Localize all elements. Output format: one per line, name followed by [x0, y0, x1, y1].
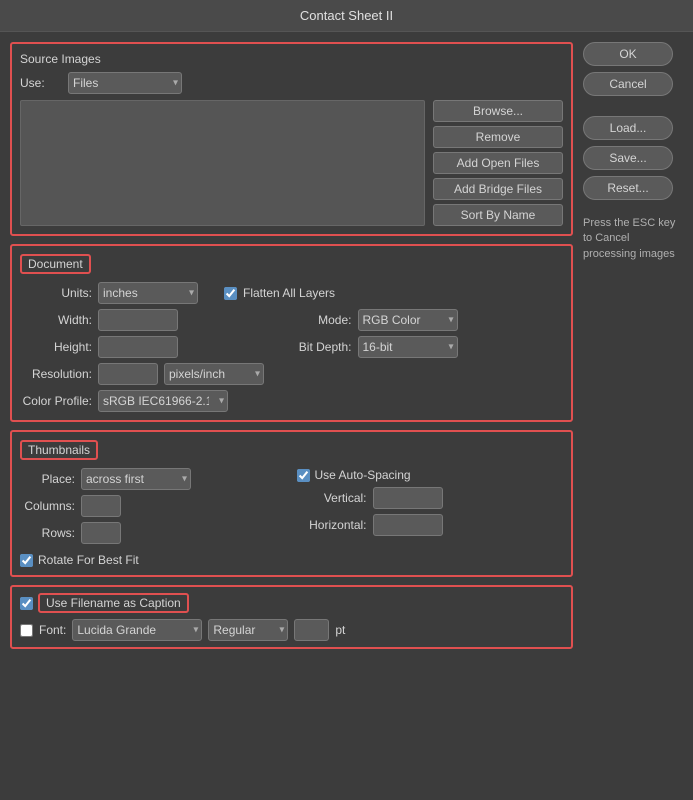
units-select-wrapper: inches cm pixels	[98, 282, 198, 304]
flatten-label: Flatten All Layers	[243, 286, 335, 300]
use-label: Use:	[20, 76, 60, 90]
place-row: Place: across first down first	[20, 468, 287, 490]
style-wrapper: Regular Bold Italic	[208, 619, 288, 641]
thumbs-left: Place: across first down first Columns: …	[20, 468, 287, 567]
bit-depth-row: Bit Depth: 8-bit 16-bit 32-bit	[297, 336, 564, 358]
cancel-button[interactable]: Cancel	[583, 72, 673, 96]
add-open-files-button[interactable]: Add Open Files	[433, 152, 563, 174]
resolution-unit-select[interactable]: pixels/inch pixels/cm	[164, 363, 264, 385]
caption-header-row: Use Filename as Caption	[20, 593, 563, 613]
caption-section: Use Filename as Caption Font: Lucida Gra…	[10, 585, 573, 649]
place-wrapper: across first down first	[81, 468, 191, 490]
rows-label: Rows:	[20, 526, 75, 540]
window-title: Contact Sheet II	[300, 8, 393, 23]
source-images-section: Source Images Use: Files Folder Selected…	[10, 42, 573, 236]
font-size-input[interactable]: 12	[294, 619, 329, 641]
units-select[interactable]: inches cm pixels	[98, 282, 198, 304]
font-checkbox[interactable]	[20, 624, 33, 637]
document-section: Document Units: inches cm pixels Flatten…	[10, 244, 573, 422]
left-panel: Source Images Use: Files Folder Selected…	[10, 42, 573, 649]
document-header: Document	[20, 254, 91, 274]
thumbnails-header: Thumbnails	[20, 440, 98, 460]
vertical-label: Vertical:	[297, 491, 367, 505]
mode-label: Mode:	[297, 313, 352, 327]
file-list-area	[20, 100, 425, 226]
horizontal-label: Horizontal:	[297, 518, 367, 532]
color-profile-label: Color Profile:	[20, 394, 92, 408]
document-form-grid: Width: 8 Height: 10 Resolution: 300 pixe…	[20, 309, 563, 412]
auto-spacing-label: Use Auto-Spacing	[315, 468, 411, 482]
style-select[interactable]: Regular Bold Italic	[208, 619, 288, 641]
thumbnails-content: Place: across first down first Columns: …	[20, 468, 563, 567]
place-label: Place:	[20, 472, 75, 486]
rows-row: Rows: 6	[20, 522, 287, 544]
doc-left-col: Width: 8 Height: 10 Resolution: 300 pixe…	[20, 309, 287, 412]
width-label: Width:	[20, 313, 92, 327]
color-profile-row: Color Profile: sRGB IEC61966-2.1 Adobe R…	[20, 390, 287, 412]
columns-row: Columns: 5	[20, 495, 287, 517]
browse-button[interactable]: Browse...	[433, 100, 563, 122]
caption-checkbox[interactable]	[20, 597, 33, 610]
font-label: Font:	[39, 623, 66, 637]
source-content: Browse... Remove Add Open Files Add Brid…	[20, 100, 563, 226]
resolution-unit-wrapper: pixels/inch pixels/cm	[164, 363, 264, 385]
horizontal-row: Horizontal: 0.014 in	[297, 514, 564, 536]
vertical-input[interactable]: 0.014 in	[373, 487, 443, 509]
width-row: Width: 8	[20, 309, 287, 331]
pt-label: pt	[335, 623, 345, 637]
height-label: Height:	[20, 340, 92, 354]
title-bar: Contact Sheet II	[0, 0, 693, 32]
save-button[interactable]: Save...	[583, 146, 673, 170]
add-bridge-files-button[interactable]: Add Bridge Files	[433, 178, 563, 200]
resolution-label: Resolution:	[20, 367, 92, 381]
flatten-row: Flatten All Layers	[224, 286, 563, 300]
bit-depth-wrapper: 8-bit 16-bit 32-bit	[358, 336, 458, 358]
rows-input[interactable]: 6	[81, 522, 121, 544]
use-row: Use: Files Folder Selected Images	[20, 72, 563, 94]
thumbnails-section: Thumbnails Place: across first down firs…	[10, 430, 573, 577]
rotate-row: Rotate For Best Fit	[20, 553, 287, 567]
color-profile-select[interactable]: sRGB IEC61966-2.1 Adobe RGB	[98, 390, 228, 412]
reset-button[interactable]: Reset...	[583, 176, 673, 200]
auto-spacing-row: Use Auto-Spacing	[297, 468, 564, 482]
columns-label: Columns:	[20, 499, 75, 513]
font-wrapper: Lucida Grande Arial Helvetica	[72, 619, 202, 641]
remove-button[interactable]: Remove	[433, 126, 563, 148]
units-label: Units:	[20, 286, 92, 300]
auto-spacing-checkbox[interactable]	[297, 469, 310, 482]
ok-button[interactable]: OK	[583, 42, 673, 66]
source-buttons: Browse... Remove Add Open Files Add Brid…	[433, 100, 563, 226]
font-row: Font: Lucida Grande Arial Helvetica Regu…	[20, 619, 563, 641]
rotate-label: Rotate For Best Fit	[38, 553, 139, 567]
mode-select[interactable]: RGB Color CMYK Color Grayscale	[358, 309, 458, 331]
sort-by-name-button[interactable]: Sort By Name	[433, 204, 563, 226]
caption-header: Use Filename as Caption	[38, 593, 189, 613]
source-images-title: Source Images	[20, 52, 563, 66]
rotate-checkbox[interactable]	[20, 554, 33, 567]
use-select[interactable]: Files Folder Selected Images	[68, 72, 182, 94]
bit-depth-label: Bit Depth:	[297, 340, 352, 354]
width-input[interactable]: 8	[98, 309, 178, 331]
units-row: Units: inches cm pixels Flatten All Laye…	[20, 282, 563, 304]
vertical-row: Vertical: 0.014 in	[297, 487, 564, 509]
use-select-wrapper: Files Folder Selected Images	[68, 72, 182, 94]
color-profile-wrapper: sRGB IEC61966-2.1 Adobe RGB	[98, 390, 228, 412]
load-button[interactable]: Load...	[583, 116, 673, 140]
height-input[interactable]: 10	[98, 336, 178, 358]
columns-input[interactable]: 5	[81, 495, 121, 517]
place-select[interactable]: across first down first	[81, 468, 191, 490]
esc-text: Press the ESC key to Cancel processing i…	[583, 216, 683, 262]
right-panel: OK Cancel Load... Save... Reset... Press…	[583, 42, 683, 649]
doc-right-col: Mode: RGB Color CMYK Color Grayscale Bit…	[297, 309, 564, 412]
mode-wrapper: RGB Color CMYK Color Grayscale	[358, 309, 458, 331]
bit-depth-select[interactable]: 8-bit 16-bit 32-bit	[358, 336, 458, 358]
thumbs-right: Use Auto-Spacing Vertical: 0.014 in Hori…	[297, 468, 564, 567]
resolution-row: Resolution: 300 pixels/inch pixels/cm	[20, 363, 287, 385]
resolution-input[interactable]: 300	[98, 363, 158, 385]
flatten-checkbox[interactable]	[224, 287, 237, 300]
font-select[interactable]: Lucida Grande Arial Helvetica	[72, 619, 202, 641]
height-row: Height: 10	[20, 336, 287, 358]
mode-row: Mode: RGB Color CMYK Color Grayscale	[297, 309, 564, 331]
horizontal-input[interactable]: 0.014 in	[373, 514, 443, 536]
